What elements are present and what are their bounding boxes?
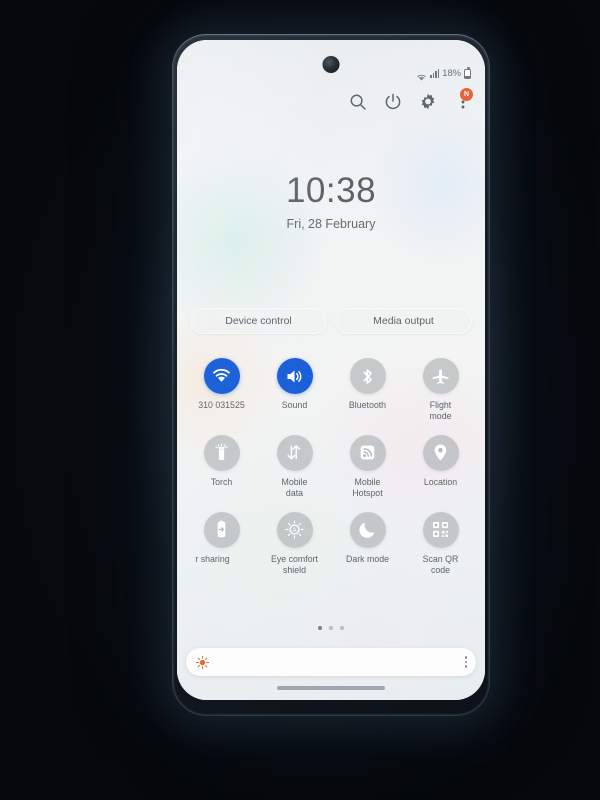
toggle-sound[interactable]: Sound — [258, 358, 331, 422]
toggle-wifi-label: 310 031525 — [198, 400, 245, 410]
sound-icon — [276, 358, 313, 394]
hotspot-icon — [349, 434, 386, 471]
gear-icon[interactable] — [418, 92, 438, 112]
brightness-more-icon[interactable] — [464, 656, 467, 668]
battery-percent-label: 18% — [442, 68, 461, 79]
toggle-eye-comfort-label: Eye comfort shield — [271, 553, 318, 575]
panel-shortcut-row: Device control Media output — [190, 308, 472, 334]
toggle-dark-mode[interactable]: Dark mode — [331, 511, 404, 576]
power-icon[interactable] — [383, 92, 403, 112]
status-bar: 18% — [416, 67, 471, 81]
phone-screen: 18% N 10:38 Fri, 28 February Device cont… — [177, 40, 485, 700]
toggle-mobile-hotspot-label: Mobile Hotspot — [352, 476, 383, 498]
toggle-flight-mode[interactable]: Flight mode — [404, 358, 477, 422]
more-vertical-icon[interactable]: N — [453, 88, 473, 112]
toggle-flight-mode-label: Flight mode — [429, 400, 452, 421]
wifi-icon — [203, 358, 240, 394]
media-output-button[interactable]: Media output — [335, 308, 472, 334]
battery-icon — [464, 67, 471, 79]
page-dot[interactable] — [340, 626, 344, 630]
clock-date: Fri, 28 February — [286, 217, 376, 231]
qr-code-icon — [422, 511, 459, 548]
brightness-slider[interactable] — [186, 648, 476, 676]
cellular-signal-icon — [429, 69, 440, 78]
toggle-dark-mode-label: Dark mode — [345, 553, 390, 564]
search-icon[interactable] — [348, 92, 368, 112]
page-indicator[interactable] — [177, 626, 485, 630]
toggle-power-sharing-label: r sharing — [195, 553, 230, 564]
home-indicator[interactable] — [277, 686, 385, 690]
toggle-torch[interactable]: Torch — [185, 434, 258, 499]
wifi-icon — [416, 69, 427, 81]
phone-device: 18% N 10:38 Fri, 28 February Device cont… — [172, 34, 490, 716]
toggle-mobile-data[interactable]: Mobile data — [258, 434, 331, 499]
quick-settings-grid: 310 031525 Sound Bluetooth Flight mode T… — [185, 358, 477, 576]
front-camera-punch-hole — [322, 56, 340, 73]
toggle-power-sharing[interactable]: r sharing — [185, 511, 258, 576]
moon-icon — [349, 511, 386, 548]
toggle-wifi[interactable]: 310 031525 — [185, 358, 258, 422]
toggle-bluetooth[interactable]: Bluetooth — [331, 358, 404, 422]
page-dot[interactable] — [318, 626, 322, 630]
toggle-location[interactable]: Location — [404, 434, 477, 499]
mobile-data-icon — [276, 434, 313, 471]
bluetooth-icon — [349, 358, 386, 394]
toggle-scan-qr-label: Scan QR code — [422, 553, 459, 575]
toggle-eye-comfort[interactable]: A Eye comfort shield — [258, 511, 331, 576]
toggle-bluetooth-label: Bluetooth — [348, 400, 387, 410]
clock-time: 10:38 — [285, 171, 377, 210]
device-control-button[interactable]: Device control — [190, 308, 327, 334]
page-dot[interactable] — [329, 626, 333, 630]
airplane-icon — [422, 358, 459, 394]
clock-widget: 10:38 Fri, 28 February — [177, 173, 485, 231]
notification-badge: N — [460, 88, 473, 101]
toggle-mobile-data-label: Mobile data — [281, 476, 308, 498]
toggle-sound-label: Sound — [281, 400, 308, 410]
toggle-torch-label: Torch — [210, 476, 233, 487]
location-pin-icon — [422, 434, 459, 471]
eye-comfort-icon: A — [276, 511, 313, 548]
brightness-sun-icon — [195, 655, 210, 670]
power-sharing-icon — [203, 511, 240, 548]
flashlight-icon — [203, 434, 240, 471]
toggle-mobile-hotspot[interactable]: Mobile Hotspot — [331, 434, 404, 499]
toggle-scan-qr[interactable]: Scan QR code — [404, 511, 477, 576]
toggle-location-label: Location — [423, 476, 458, 487]
quick-panel-header: N — [348, 88, 473, 112]
